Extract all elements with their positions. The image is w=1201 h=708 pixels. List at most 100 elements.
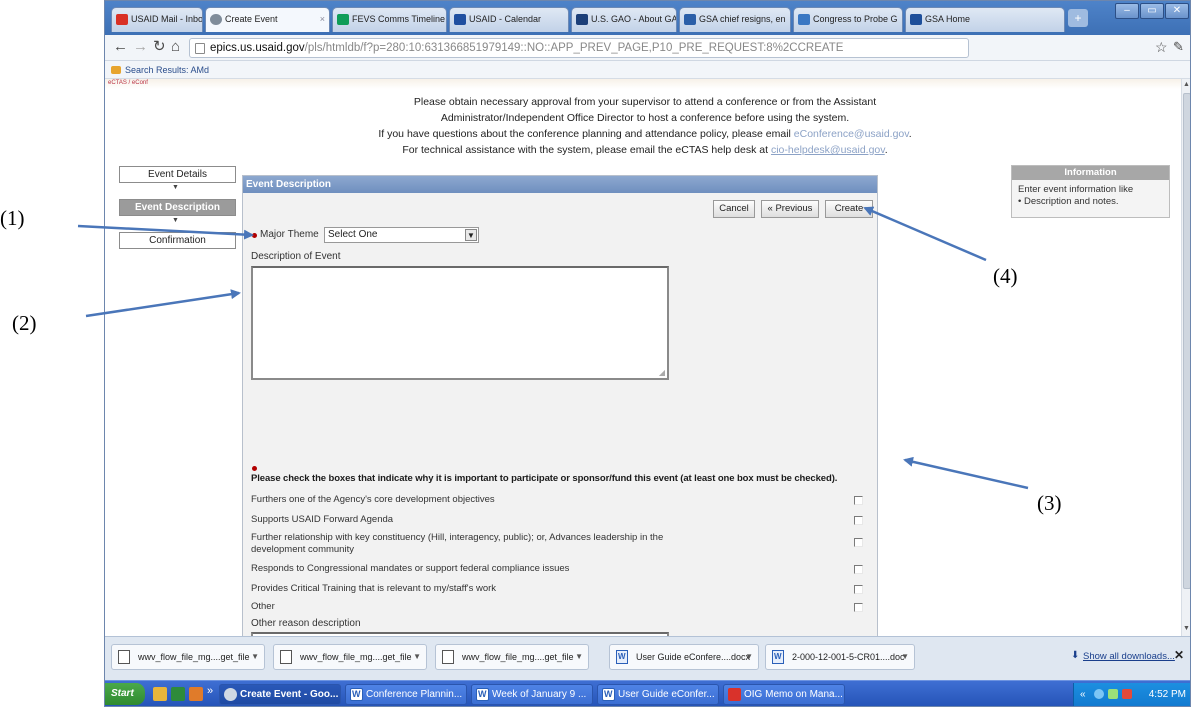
wizard-step-event-details[interactable]: Event Details — [119, 166, 236, 183]
tab-gsa-chief[interactable]: GSA chief resigns, en — [679, 7, 791, 32]
reason-checkbox-usaid-forward[interactable] — [854, 516, 863, 525]
bookmark-star-icon[interactable]: ☆ — [1155, 39, 1168, 55]
tab-usaid-calendar[interactable]: USAID - Calendar — [449, 7, 569, 32]
word-doc-icon — [772, 645, 784, 669]
chevron-down-icon[interactable]: ▼ — [465, 229, 477, 241]
taskbar-item[interactable]: Conference Plannin... — [345, 684, 467, 705]
word-icon — [602, 685, 615, 704]
create-button[interactable]: Create — [825, 200, 873, 218]
page-content: eCTAS / eConf Please obtain necessary ap… — [105, 79, 1181, 636]
security-icon[interactable] — [1122, 689, 1132, 699]
description-label: Description of Event — [251, 251, 341, 262]
reason-label: Other — [251, 601, 275, 612]
reason-checkbox-key-constituency[interactable] — [854, 538, 863, 547]
other-reason-label: Other reason description — [251, 618, 361, 629]
gao-icon — [576, 14, 588, 25]
calendar-icon — [454, 14, 466, 25]
minimize-window-button[interactable]: – — [1115, 3, 1139, 19]
maximize-window-button[interactable]: ▭ — [1140, 3, 1164, 19]
tab-gsa-home[interactable]: GSA Home — [905, 7, 1065, 32]
reload-icon[interactable]: ↻ — [153, 39, 166, 55]
excel-icon[interactable] — [171, 687, 185, 701]
address-bar[interactable]: epics.us.usaid.gov/pls/htmldb/f?p=280:10… — [189, 38, 969, 58]
chevron-down-icon[interactable]: ▼ — [251, 645, 259, 669]
reason-checkbox-congressional[interactable] — [854, 565, 863, 574]
annotation-label-3: (3) — [1037, 491, 1062, 515]
reason-label: Provides Critical Training that is relev… — [251, 583, 497, 594]
wrench-icon[interactable]: ✎ — [1173, 39, 1184, 55]
page-top-strip: eCTAS / eConf — [105, 79, 1181, 89]
close-window-button[interactable]: ✕ — [1165, 3, 1189, 19]
toolbar: ← → ↻ ⌂ epics.us.usaid.gov/pls/htmldb/f?… — [105, 35, 1190, 61]
gsa-icon — [910, 14, 922, 25]
cancel-button[interactable]: Cancel — [713, 200, 755, 218]
reason-checkbox-critical-training[interactable] — [854, 585, 863, 594]
wizard-step-confirmation[interactable]: Confirmation — [119, 232, 236, 249]
tab-fevs-comms[interactable]: FEVS Comms Timeline — [332, 7, 447, 32]
resize-grip-icon[interactable]: ◢ — [659, 368, 665, 377]
word-icon — [476, 685, 489, 704]
vertical-scrollbar[interactable]: ▲ ▼ — [1181, 79, 1190, 636]
tab-strip: USAID Mail - Inbox (2 × Create Event × F… — [105, 1, 1190, 35]
tab-usaid-mail[interactable]: USAID Mail - Inbox (2 × — [111, 7, 203, 32]
clock: 4:52 PM — [1148, 689, 1186, 700]
event-description-panel: Event Description Cancel « Previous Crea… — [242, 175, 878, 636]
home-icon[interactable]: ⌂ — [171, 39, 180, 55]
download-item[interactable]: wwv_flow_file_mg....get_file ▼ — [273, 644, 427, 670]
quicklaunch-more-icon[interactable]: » — [207, 685, 213, 697]
previous-button[interactable]: « Previous — [761, 200, 819, 218]
taskbar-item[interactable]: Create Event - Goo... — [219, 684, 341, 705]
new-tab-button[interactable]: + — [1068, 9, 1088, 27]
file-icon — [280, 650, 292, 664]
forward-icon[interactable]: → — [133, 39, 148, 55]
download-item[interactable]: User Guide eConfere....docx ▼ — [609, 644, 759, 670]
volume-icon[interactable] — [1108, 689, 1118, 699]
taskbar-item[interactable]: OIG Memo on Mana... — [723, 684, 845, 705]
taskbar-item[interactable]: User Guide eConfer... — [597, 684, 719, 705]
helpdesk-email-link[interactable]: cio-helpdesk@usaid.gov — [771, 144, 885, 156]
page-globe-icon — [210, 14, 222, 25]
wizard-step-event-description[interactable]: Event Description — [119, 199, 236, 216]
close-tab-icon[interactable]: × — [320, 14, 325, 24]
information-title: Information — [1012, 166, 1169, 180]
scrollbar-thumb[interactable] — [1183, 93, 1190, 589]
tab-gao[interactable]: U.S. GAO - About GA — [571, 7, 677, 32]
browser-window: USAID Mail - Inbox (2 × Create Event × F… — [104, 0, 1191, 707]
approval-notice: Please obtain necessary approval from yo… — [378, 96, 912, 156]
chevron-down-icon[interactable]: ▼ — [413, 645, 421, 669]
chevron-down-icon[interactable]: ▼ — [745, 645, 753, 669]
chevron-down-icon[interactable]: ▼ — [575, 645, 583, 669]
tab-create-event[interactable]: Create Event × — [205, 7, 330, 32]
tab-congress-probe[interactable]: Congress to Probe G — [793, 7, 903, 32]
file-icon — [442, 650, 454, 664]
chevron-down-icon[interactable]: ▼ — [901, 645, 909, 669]
required-marker — [252, 233, 257, 238]
taskbar-item[interactable]: Week of January 9 ... — [471, 684, 593, 705]
required-marker — [252, 466, 257, 471]
outlook-icon[interactable] — [189, 687, 203, 701]
download-item[interactable]: wwv_flow_file_mg....get_file ▼ — [435, 644, 589, 670]
econference-email-link[interactable]: eConference@usaid.gov — [794, 128, 909, 140]
network-icon[interactable] — [1094, 689, 1104, 699]
major-theme-select[interactable]: Select One ▼ — [324, 227, 479, 243]
download-arrow-icon: ⬇ — [1071, 650, 1080, 661]
download-item[interactable]: wwv_flow_file_mg....get_file ▼ — [111, 644, 265, 670]
start-button[interactable]: Start — [105, 683, 145, 705]
reason-label: Furthers one of the Agency's core develo… — [251, 494, 495, 505]
folder-icon[interactable] — [153, 687, 167, 701]
back-icon[interactable]: ← — [113, 39, 128, 55]
show-all-downloads-link[interactable]: Show all downloads... — [1083, 651, 1175, 662]
description-textarea[interactable]: ◢ — [251, 266, 669, 380]
reason-checkbox-other[interactable] — [854, 603, 863, 612]
reason-label: Supports USAID Forward Agenda — [251, 514, 394, 525]
scroll-up-icon[interactable]: ▲ — [1183, 81, 1190, 88]
word-icon — [350, 685, 363, 704]
scroll-down-icon[interactable]: ▼ — [1183, 625, 1190, 632]
download-item[interactable]: 2-000-12-001-5-CR01....doc ▼ — [765, 644, 915, 670]
bookmark-search-results[interactable]: Search Results: AMd — [125, 65, 209, 75]
close-icon[interactable]: ✕ — [1174, 648, 1184, 662]
panel-title: Event Description — [243, 176, 877, 193]
reason-checkbox-core-objectives[interactable] — [854, 496, 863, 505]
spreadsheet-icon — [337, 14, 349, 25]
tray-expand-icon[interactable]: « — [1080, 683, 1086, 706]
